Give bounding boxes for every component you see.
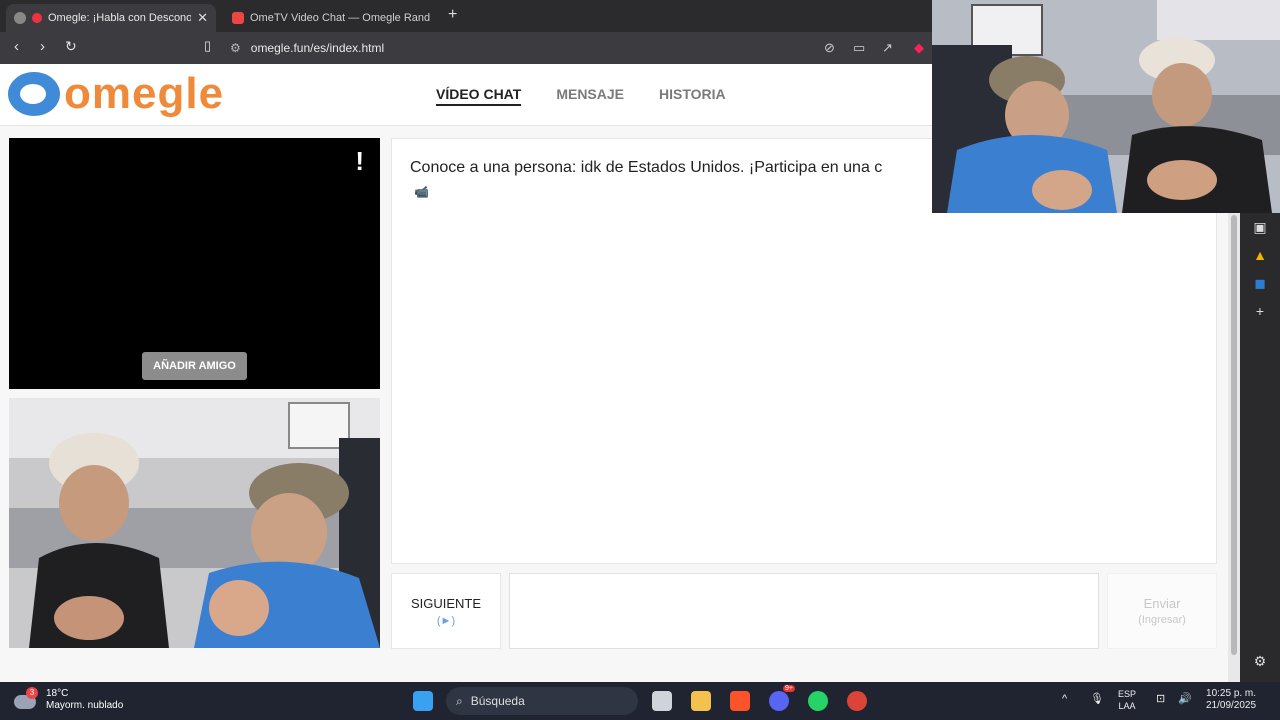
tab-omegle[interactable]: Omegle: ¡Habla con Desconoc ✕ <box>6 4 216 32</box>
self-video-feed <box>9 398 380 648</box>
file-explorer-icon[interactable] <box>691 691 711 711</box>
drive-icon[interactable]: ▲ <box>1251 247 1269 265</box>
page-scrollbar[interactable] <box>1228 213 1240 682</box>
windows-taskbar: 3 18°C Mayorm. nublado ⌕ Búsqueda 9+ ^ 🎙… <box>0 682 1280 720</box>
self-video <box>9 398 380 648</box>
scrollbar-thumb[interactable] <box>1231 215 1237 655</box>
report-button[interactable]: ! <box>355 146 364 177</box>
clock[interactable]: 10:25 p. m. 21/09/2025 <box>1206 688 1256 712</box>
add-friend-button[interactable]: AÑADIR AMIGO <box>142 352 247 380</box>
send-button[interactable]: Enviar (Ingresar) <box>1107 573 1217 649</box>
forward-icon[interactable]: › <box>40 38 45 55</box>
logo-text: omegle <box>64 69 225 118</box>
microphone-icon[interactable]: 🎙 <box>1090 693 1104 705</box>
lang: ESP <box>1118 689 1137 699</box>
sidebar-panel-icon[interactable]: ▣ <box>1251 219 1269 237</box>
message-input[interactable] <box>509 573 1099 649</box>
new-tab-icon[interactable]: + <box>448 6 457 24</box>
weather-badge: 3 <box>26 687 38 699</box>
reload-icon[interactable]: ↻ <box>65 38 77 55</box>
browser-sidebar: ▣ ▲ ◼ + ⚙ <box>1240 213 1280 682</box>
discord-icon[interactable]: 9+ <box>769 685 795 711</box>
sidebar-settings-icon[interactable]: ⚙ <box>1251 653 1269 671</box>
ometv-favicon-icon <box>232 12 244 24</box>
webcam-overlay <box>932 0 1280 213</box>
discord-badge: 9+ <box>783 685 795 692</box>
tray-overflow-icon[interactable]: ^ <box>1062 693 1067 705</box>
weather-cloud-icon: 3 <box>14 687 38 711</box>
share-icon[interactable]: ↗ <box>882 40 893 56</box>
tab-ometv[interactable]: OmeTV Video Chat — Omegle Rand <box>224 4 442 32</box>
logo-bubble-icon <box>8 72 60 116</box>
brave-browser-icon[interactable] <box>730 691 750 711</box>
stranger-video: ! AÑADIR AMIGO <box>9 138 380 389</box>
camera-icon: 📹 <box>414 185 429 199</box>
no-translate-icon[interactable]: ⊘ <box>824 40 835 56</box>
task-view-icon[interactable] <box>652 691 672 711</box>
outlook-icon[interactable]: ◼ <box>1251 275 1269 293</box>
windows-start-icon[interactable] <box>413 691 433 711</box>
language-indicator[interactable]: ESP LAA <box>1118 688 1136 712</box>
main-nav: VÍDEO CHAT MENSAJE HISTORIA <box>436 86 726 106</box>
send-label: Enviar <box>1143 596 1181 611</box>
nav-mensaje[interactable]: MENSAJE <box>556 86 624 106</box>
url-text: omegle.fun/es/index.html <box>250 41 385 55</box>
temperature: 18°C <box>46 688 69 699</box>
nav-historia[interactable]: HISTORIA <box>659 86 726 106</box>
volume-icon[interactable]: 🔊 <box>1178 693 1192 705</box>
weather-widget[interactable]: 3 18°C Mayorm. nublado <box>14 687 124 712</box>
weather-condition: Mayorm. nublado <box>46 700 124 711</box>
globe-icon <box>14 12 26 24</box>
recording-icon <box>32 13 42 23</box>
nav-video-chat[interactable]: VÍDEO CHAT <box>436 86 522 106</box>
close-tab-icon[interactable]: ✕ <box>197 10 208 26</box>
taskbar-search[interactable]: ⌕ Búsqueda <box>446 687 638 715</box>
back-icon[interactable]: ‹ <box>14 38 19 55</box>
date: 21/09/2025 <box>1206 700 1257 711</box>
next-button[interactable]: SIGUIENTE (►) <box>391 573 501 649</box>
cast-icon[interactable]: ▭ <box>853 40 865 56</box>
tab-title: OmeTV Video Chat — Omegle Rand <box>250 12 431 24</box>
lang-sub: LAA <box>1118 701 1136 711</box>
brave-shield-icon[interactable]: ◆ <box>914 40 924 56</box>
search-icon: ⌕ <box>456 693 463 708</box>
time: 10:25 p. m. <box>1206 688 1257 699</box>
system-message: Conoce a una persona: idk de Estados Uni… <box>410 159 883 176</box>
omegle-logo[interactable]: omegle <box>8 72 224 116</box>
search-placeholder: Búsqueda <box>470 694 525 708</box>
webcam-feed <box>932 0 1280 213</box>
whatsapp-icon[interactable] <box>808 691 828 711</box>
next-shortcut: (►) <box>436 615 456 627</box>
next-label: SIGUIENTE <box>410 596 482 611</box>
site-settings-icon[interactable]: ⚙ <box>230 41 241 55</box>
bookmark-icon[interactable]: ▯ <box>204 38 211 54</box>
send-shortcut: (Ingresar) <box>1138 614 1186 626</box>
add-sidebar-icon[interactable]: + <box>1251 303 1269 321</box>
tab-title: Omegle: ¡Habla con Desconoc <box>48 12 192 24</box>
chrome-icon[interactable] <box>847 691 867 711</box>
network-icon[interactable]: ⊡ <box>1156 693 1165 705</box>
